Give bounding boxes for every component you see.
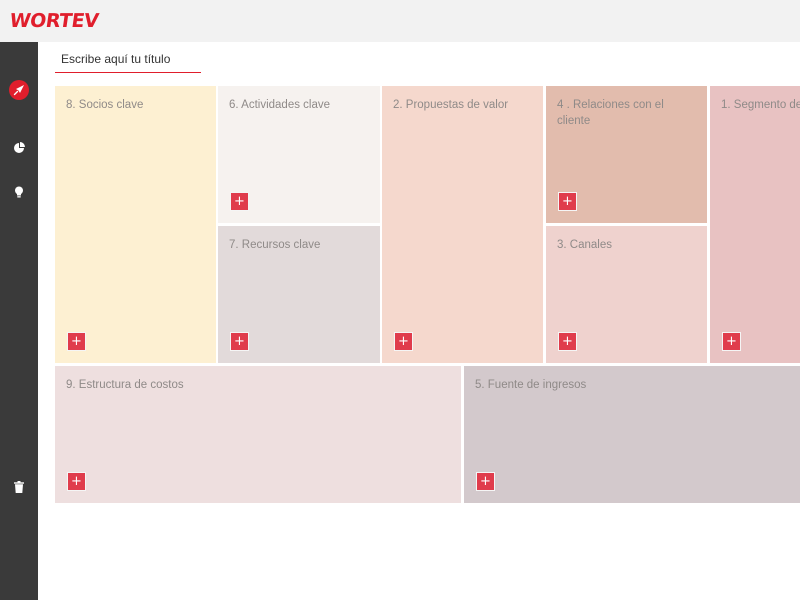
block-segmento-clientes[interactable]: 1. Segmento de clientes + xyxy=(710,86,800,363)
add-actividades-button[interactable]: + xyxy=(230,192,249,211)
title-input[interactable] xyxy=(55,48,201,70)
add-segmento-button[interactable]: + xyxy=(722,332,741,351)
block-label: 6. Actividades clave xyxy=(229,99,331,111)
sidebar-item-stats[interactable] xyxy=(0,135,38,165)
top-bar: WORTEV xyxy=(0,0,800,42)
block-label: 5. Fuente de ingresos xyxy=(475,379,587,391)
sidebar-item-ideas[interactable] xyxy=(0,180,38,210)
block-actividades-clave[interactable]: 6. Actividades clave + xyxy=(218,86,380,223)
title-field xyxy=(55,48,201,73)
block-fuente-ingresos[interactable]: 5. Fuente de ingresos + xyxy=(464,366,800,503)
trash-icon xyxy=(14,480,24,498)
lightbulb-icon xyxy=(14,186,24,204)
sidebar xyxy=(0,42,38,600)
add-costos-button[interactable]: + xyxy=(67,472,86,491)
wortev-logo[interactable]: WORTEV xyxy=(8,9,100,33)
block-label: 1. Segmento de clientes xyxy=(721,99,800,111)
block-recursos-clave[interactable]: 7. Recursos clave + xyxy=(218,226,380,363)
block-label: 7. Recursos clave xyxy=(229,239,321,251)
add-ingresos-button[interactable]: + xyxy=(476,472,495,491)
add-relaciones-button[interactable]: + xyxy=(558,192,577,211)
block-label: 8. Socios clave xyxy=(66,99,144,111)
block-propuestas-valor[interactable]: 2. Propuestas de valor + xyxy=(382,86,543,363)
add-socios-button[interactable]: + xyxy=(67,332,86,351)
block-label: 3. Canales xyxy=(557,239,612,251)
block-estructura-costos[interactable]: 9. Estructura de costos + xyxy=(55,366,461,503)
block-canales[interactable]: 3. Canales + xyxy=(546,226,707,363)
rocket-icon xyxy=(8,79,30,106)
sidebar-item-model[interactable] xyxy=(0,77,38,107)
block-socios-clave[interactable]: 8. Socios clave + xyxy=(55,86,216,363)
block-label: 2. Propuestas de valor xyxy=(393,99,509,111)
sidebar-item-delete[interactable] xyxy=(0,474,38,504)
block-label: 4 . Relaciones con el cliente xyxy=(557,99,664,127)
add-propuestas-button[interactable]: + xyxy=(394,332,413,351)
block-relaciones-cliente[interactable]: 4 . Relaciones con el cliente + xyxy=(546,86,707,223)
block-label: 9. Estructura de costos xyxy=(66,379,184,391)
add-recursos-button[interactable]: + xyxy=(230,332,249,351)
pie-chart-icon xyxy=(13,141,25,159)
add-canales-button[interactable]: + xyxy=(558,332,577,351)
